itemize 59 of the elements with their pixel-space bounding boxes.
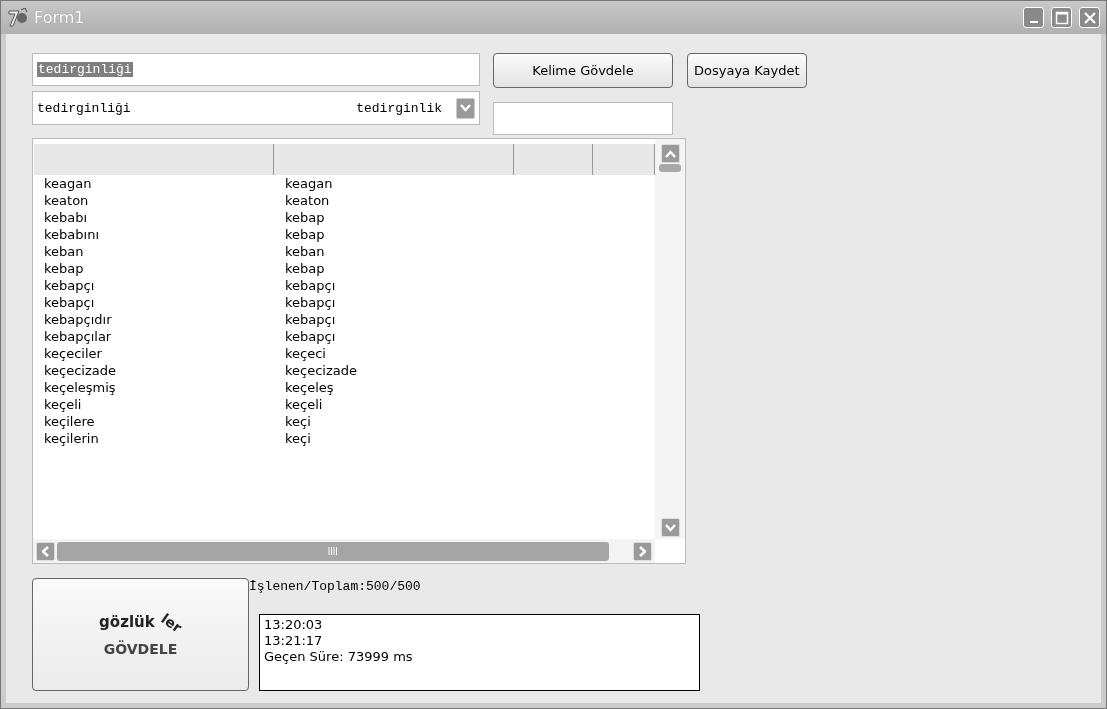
stem-logo-button[interactable]: gözlük ler GÖVDELE — [32, 578, 249, 691]
window-title: Form1 — [34, 8, 85, 27]
table-cell-text: keçi — [284, 414, 312, 429]
table-cell-text: kebap — [43, 261, 85, 276]
caret-down-icon — [460, 104, 471, 112]
horizontal-scrollbar[interactable] — [33, 539, 655, 563]
table-cell-text: kebapçı — [284, 295, 337, 310]
minimize-button[interactable] — [1023, 7, 1044, 28]
table-cell-text: keçeci — [284, 346, 327, 361]
close-button[interactable] — [1079, 7, 1100, 28]
table-cell-text: keçi — [284, 431, 312, 446]
log-line: Geçen Süre: 73999 ms — [264, 649, 413, 665]
app-icon — [7, 7, 29, 28]
table-cell-text: kebapçıdır — [43, 312, 113, 327]
caret-left-icon — [42, 545, 49, 557]
table-cell-text: keçecizade — [284, 363, 358, 378]
input-field[interactable] — [493, 102, 673, 135]
table-cell-text: keçeleşmiş — [43, 380, 117, 395]
log-line: 13:21:17 — [264, 633, 323, 649]
log-line: 13:20:03 — [264, 617, 323, 633]
caret-down-icon — [664, 523, 676, 532]
table-cell-text: keaton — [43, 193, 90, 208]
table-cell-text: kebapçı — [284, 312, 337, 327]
table-cell-text: keaton — [284, 193, 331, 208]
maximize-icon — [1054, 10, 1069, 25]
close-icon — [1082, 10, 1097, 25]
table-cell-text: kebabı — [43, 210, 89, 225]
table-cell-text: keçeleş — [284, 380, 335, 395]
result-dropdown[interactable]: tedirginliği tedirginlik — [32, 91, 480, 125]
scroll-thumb[interactable] — [659, 164, 681, 172]
table-cell-text: kebapçı — [43, 278, 96, 293]
table-cell-text: keçeli — [43, 397, 83, 412]
caret-up-icon — [664, 149, 676, 158]
table-cell-text: kebapçı — [43, 295, 96, 310]
stem-button[interactable]: Kelime Gövdele — [493, 53, 673, 88]
table-cell-text: keban — [43, 244, 85, 259]
table-cell-text: kebap — [284, 261, 326, 276]
grip-icon — [328, 547, 338, 555]
table-cell-text: kebapçı — [284, 329, 337, 344]
word-field[interactable]: tedirginliği — [32, 53, 480, 86]
table-cell-text: kebap — [284, 227, 326, 242]
table-cell-text: kebapçı — [284, 278, 337, 293]
table-cell-text: keçecizade — [43, 363, 117, 378]
table-cell-text: keban — [284, 244, 326, 259]
table-cell-text: kebap — [284, 210, 326, 225]
table-cell-text: keagan — [43, 176, 93, 191]
table-cell-text: keçilere — [43, 414, 96, 429]
table-cell-text: keagan — [284, 176, 334, 191]
caret-right-icon — [639, 545, 646, 557]
save-button[interactable]: Dosyaya Kaydet — [687, 53, 807, 88]
table-cell-text: keçilerin — [43, 431, 100, 446]
table-cell-text: keçeli — [284, 397, 324, 412]
maximize-button[interactable] — [1051, 7, 1072, 28]
minimize-icon — [1029, 20, 1038, 23]
table-cell-text: kebapçılar — [43, 329, 113, 344]
vertical-scrollbar[interactable] — [655, 139, 685, 539]
progress-label: İşlenen/Toplam:500/500 — [249, 579, 422, 594]
table-cell-text: keçeciler — [43, 346, 103, 361]
table-cell-text: kebabını — [43, 227, 100, 242]
